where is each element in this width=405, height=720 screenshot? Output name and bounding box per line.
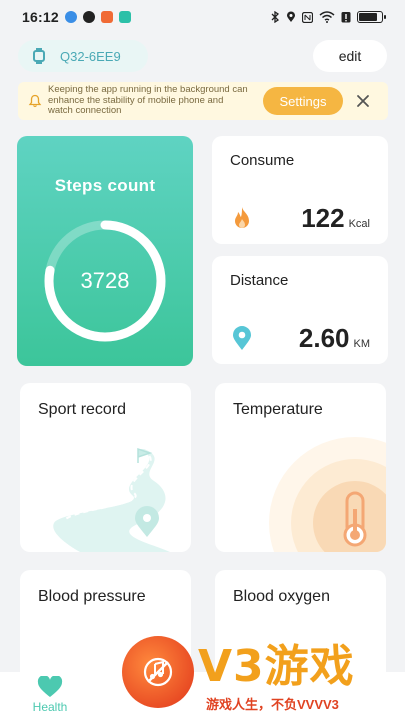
device-name: Q32-6EE9 <box>60 48 121 64</box>
distance-metric: 2.60 KM <box>299 323 370 354</box>
status-right <box>271 11 386 23</box>
battery-fill <box>359 13 377 21</box>
tab-health-label: Health <box>32 700 68 714</box>
edit-button[interactable]: edit <box>313 40 387 72</box>
app-notification-icon <box>64 11 77 23</box>
bell-icon <box>28 94 42 108</box>
blood-pressure-title: Blood pressure <box>38 588 146 605</box>
flame-icon <box>235 207 249 228</box>
temperature-card[interactable]: Temperature <box>215 383 386 552</box>
consume-card[interactable]: Consume 122 Kcal <box>212 136 388 244</box>
tab-health[interactable]: Health <box>22 676 78 718</box>
consume-unit: Kcal <box>348 218 370 230</box>
blood-oxygen-title: Blood oxygen <box>233 588 330 605</box>
winding-road-illustration <box>53 447 170 552</box>
settings-button[interactable]: Settings <box>263 87 343 115</box>
location-pin-icon <box>233 326 251 350</box>
nfc-icon <box>302 11 313 23</box>
bluetooth-icon <box>271 11 280 23</box>
app-orange-icon <box>100 11 113 23</box>
distance-value: 2.60 <box>298 323 350 353</box>
wifi-icon <box>319 11 335 23</box>
banner-message: Keeping the app running in the backgroun… <box>48 84 248 117</box>
status-bar: 16:12 <box>0 0 405 34</box>
battery-saver-icon <box>341 12 351 23</box>
close-icon[interactable] <box>352 90 374 112</box>
steps-progress-ring: 3728 <box>40 216 170 346</box>
distance-card[interactable]: Distance 2.60 KM <box>212 256 388 364</box>
watch-icon <box>32 48 46 64</box>
steps-title: Steps count <box>54 176 156 195</box>
consume-value: 122 <box>301 203 345 233</box>
status-left: 16:12 <box>22 9 131 25</box>
background-run-banner: Keeping the app running in the backgroun… <box>18 82 388 120</box>
battery-icon <box>357 11 386 23</box>
consume-metric: 122 Kcal <box>301 203 370 234</box>
distance-title: Distance <box>230 272 289 289</box>
steps-value: 3728 <box>80 268 130 293</box>
sport-record-card[interactable]: Sport record <box>20 383 191 552</box>
heart-icon <box>37 676 63 697</box>
bottom-tab-bar: Health <box>0 672 405 720</box>
consume-title: Consume <box>230 152 295 169</box>
qq-icon <box>82 11 95 23</box>
app-teal-icon <box>118 11 131 23</box>
steps-card[interactable]: Steps count 3728 <box>17 136 193 366</box>
header: Q32-6EE9 edit <box>0 40 405 72</box>
thermometer-illustration <box>269 437 386 552</box>
device-selector[interactable]: Q32-6EE9 <box>18 40 148 72</box>
status-time: 16:12 <box>22 9 59 25</box>
location-icon <box>287 11 295 22</box>
distance-unit: KM <box>353 338 371 350</box>
